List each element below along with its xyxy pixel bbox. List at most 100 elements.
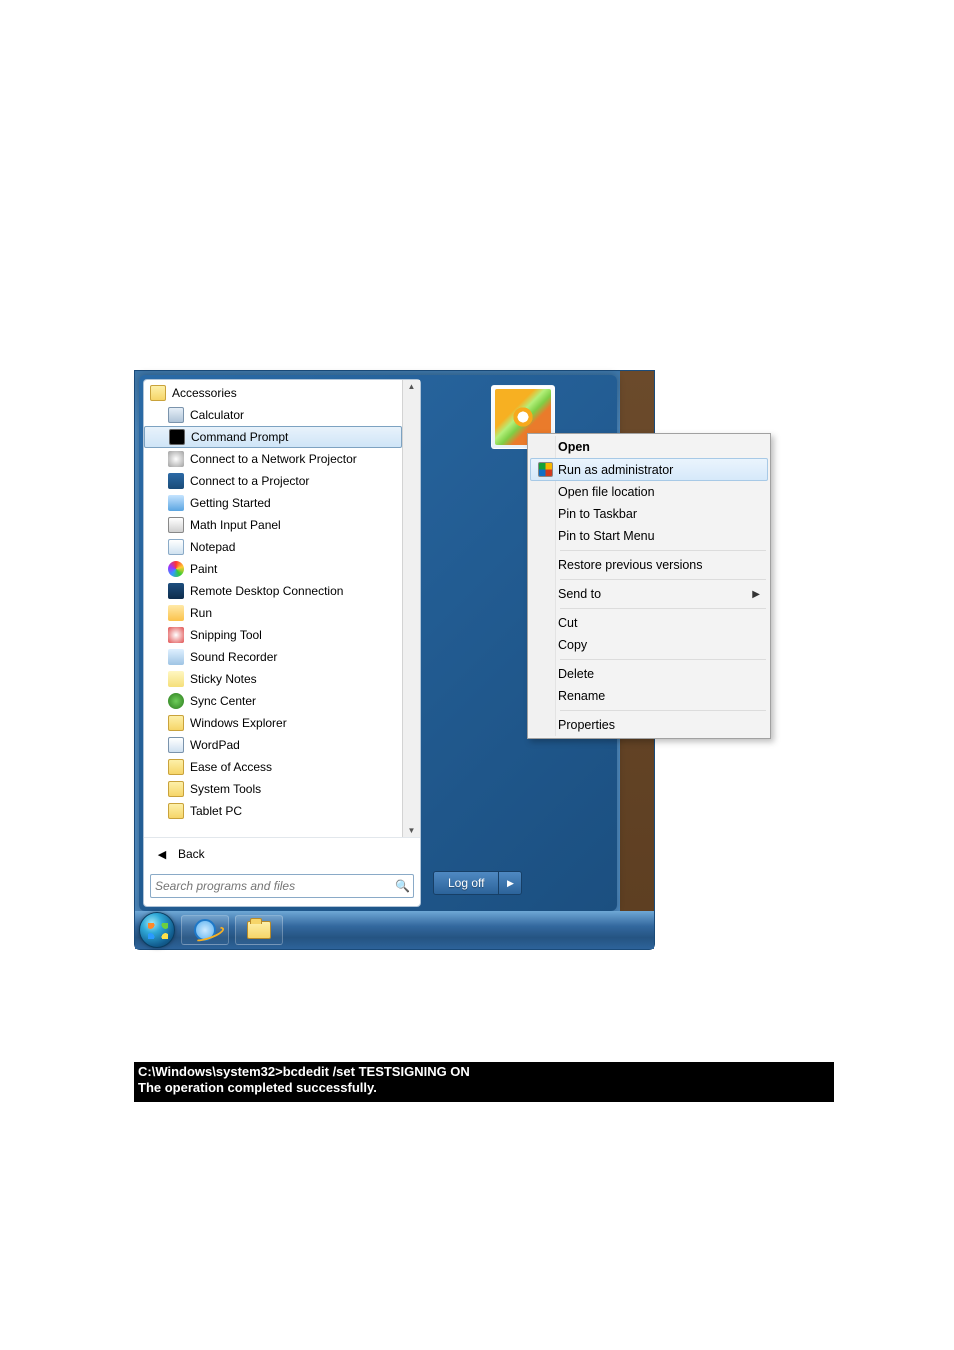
program-label: Sticky Notes	[190, 672, 257, 686]
program-item[interactable]: Calculator	[144, 404, 402, 426]
rdc-icon	[168, 583, 184, 599]
calc-icon	[168, 407, 184, 423]
shield-icon	[538, 462, 553, 477]
program-item[interactable]: Tablet PC	[144, 800, 402, 822]
context-menu-label: Run as administrator	[558, 463, 760, 477]
scroll-down-icon[interactable]: ▼	[408, 826, 416, 835]
program-item[interactable]: Getting Started	[144, 492, 402, 514]
folder-label: Accessories	[172, 386, 237, 400]
context-menu-label: Copy	[558, 638, 760, 652]
program-label: Snipping Tool	[190, 628, 262, 642]
context-menu-label: Properties	[558, 718, 760, 732]
folder-icon	[168, 759, 184, 775]
context-menu-separator	[560, 710, 766, 711]
logoff-button[interactable]: Log off	[434, 872, 499, 894]
program-item[interactable]: Command Prompt	[144, 426, 402, 448]
context-menu-separator	[560, 608, 766, 609]
program-item[interactable]: Sync Center	[144, 690, 402, 712]
context-menu-item[interactable]: Open	[530, 436, 768, 458]
program-label: Calculator	[190, 408, 244, 422]
context-menu-item[interactable]: Run as administrator	[530, 458, 768, 481]
context-menu-label: Delete	[558, 667, 760, 681]
ie-icon	[194, 919, 216, 941]
program-item[interactable]: Connect to a Projector	[144, 470, 402, 492]
program-label: WordPad	[190, 738, 240, 752]
search-icon: 🔍	[395, 879, 409, 893]
paint-icon	[168, 561, 184, 577]
context-menu-item[interactable]: Restore previous versions	[530, 554, 768, 576]
folder-icon	[150, 385, 166, 401]
context-menu-item[interactable]: Pin to Taskbar	[530, 503, 768, 525]
context-menu-separator	[560, 659, 766, 660]
program-list[interactable]: Accessories Calculator Command Prompt Conn…	[144, 380, 420, 837]
scroll-up-icon[interactable]: ▲	[408, 382, 416, 391]
context-menu-item[interactable]: Copy	[530, 634, 768, 656]
scrollbar[interactable]: ▲ ▼	[402, 380, 420, 837]
console-line-1: C:\Windows\system32>bcdedit /set TESTSIG…	[138, 1064, 470, 1079]
program-label: Getting Started	[190, 496, 271, 510]
program-item[interactable]: Notepad	[144, 536, 402, 558]
folder-icon	[168, 781, 184, 797]
program-item[interactable]: Snipping Tool	[144, 624, 402, 646]
context-menu-label: Rename	[558, 689, 760, 703]
program-label: Paint	[190, 562, 217, 576]
folder-accessories[interactable]: Accessories	[144, 382, 402, 404]
back-label: Back	[178, 847, 205, 861]
explorer-icon	[247, 921, 271, 939]
sticky-icon	[168, 671, 184, 687]
back-button[interactable]: ◀ Back	[144, 837, 420, 870]
cmd-icon	[169, 429, 185, 445]
program-item[interactable]: Remote Desktop Connection	[144, 580, 402, 602]
program-item[interactable]: Windows Explorer	[144, 712, 402, 734]
program-item[interactable]: Math Input Panel	[144, 514, 402, 536]
rec-icon	[168, 649, 184, 665]
context-menu-item[interactable]: Pin to Start Menu	[530, 525, 768, 547]
search-input[interactable]	[155, 879, 395, 893]
program-item[interactable]: Ease of Access	[144, 756, 402, 778]
sync-icon	[168, 693, 184, 709]
context-menu-label: Restore previous versions	[558, 558, 760, 572]
start-orb[interactable]	[139, 912, 175, 948]
submenu-arrow-icon: ▶	[752, 589, 760, 600]
program-label: Math Input Panel	[190, 518, 281, 532]
taskbar-explorer-button[interactable]	[235, 915, 283, 945]
program-item[interactable]: WordPad	[144, 734, 402, 756]
program-item[interactable]: Paint	[144, 558, 402, 580]
program-item[interactable]: Connect to a Network Projector	[144, 448, 402, 470]
program-label: System Tools	[190, 782, 261, 796]
context-menu-item[interactable]: Delete	[530, 663, 768, 685]
command-prompt-output: C:\Windows\system32>bcdedit /set TESTSIG…	[134, 1062, 834, 1102]
context-menu-item[interactable]: Cut	[530, 612, 768, 634]
program-label: Tablet PC	[190, 804, 242, 818]
program-label: Notepad	[190, 540, 235, 554]
program-label: Remote Desktop Connection	[190, 584, 343, 598]
program-label: Command Prompt	[191, 430, 288, 444]
program-label: Ease of Access	[190, 760, 272, 774]
program-label: Windows Explorer	[190, 716, 287, 730]
program-item[interactable]: Run	[144, 602, 402, 624]
logoff-options-arrow[interactable]: ▶	[499, 872, 521, 894]
program-item[interactable]: Sound Recorder	[144, 646, 402, 668]
logoff-split-button[interactable]: Log off ▶	[433, 871, 522, 895]
context-menu-item[interactable]: Properties	[530, 714, 768, 736]
folder-icon	[168, 803, 184, 819]
program-item[interactable]: System Tools	[144, 778, 402, 800]
taskbar-ie-button[interactable]	[181, 915, 229, 945]
taskbar	[135, 911, 654, 949]
context-menu-label: Cut	[558, 616, 760, 630]
winexp-icon	[168, 715, 184, 731]
context-menu-label: Open	[558, 440, 760, 454]
context-menu-label: Send to	[558, 587, 752, 601]
program-label: Run	[190, 606, 212, 620]
context-menu-item[interactable]: Open file location	[530, 481, 768, 503]
snip-icon	[168, 627, 184, 643]
context-menu-item[interactable]: Send to▶	[530, 583, 768, 605]
proj2-icon	[168, 473, 184, 489]
context-menu-item[interactable]: Rename	[530, 685, 768, 707]
program-label: Connect to a Projector	[190, 474, 309, 488]
console-line-2: The operation completed successfully.	[138, 1080, 377, 1095]
run-icon	[168, 605, 184, 621]
search-input-wrapper[interactable]: 🔍	[150, 874, 414, 898]
context-menu-separator	[560, 579, 766, 580]
program-item[interactable]: Sticky Notes	[144, 668, 402, 690]
